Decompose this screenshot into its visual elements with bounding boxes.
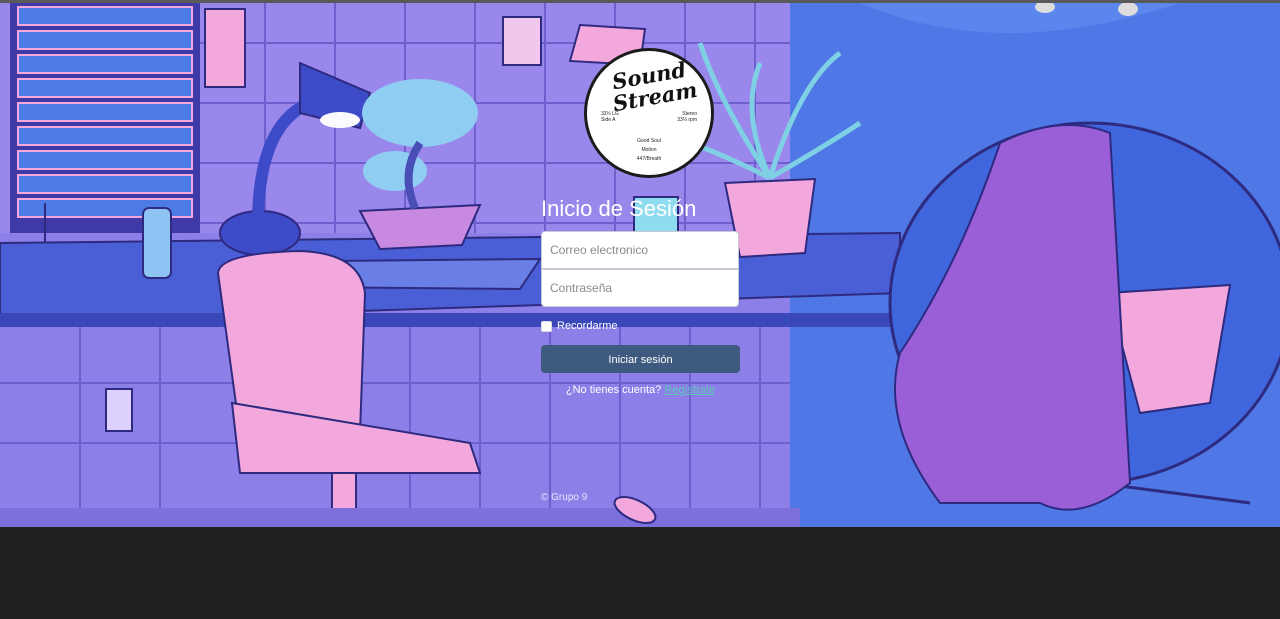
footer-copyright: © Grupo 9 [541, 492, 588, 503]
logo-side-label: 33⅓ LG Side A [601, 111, 619, 123]
email-field[interactable] [541, 231, 739, 269]
signup-link[interactable]: Regístrate [664, 384, 715, 396]
signup-prompt-line: ¿No tienes cuenta? Regístrate [541, 384, 740, 396]
remember-me[interactable]: Recordarme [541, 319, 618, 333]
login-button[interactable]: Iniciar sesión [541, 345, 740, 373]
sound-stream-logo: Sound Stream 33⅓ LG Side A Stereo 33⅓ rp… [584, 48, 714, 178]
password-field[interactable] [541, 269, 739, 307]
logo-rpm-label: Stereo 33⅓ rpm [677, 111, 697, 123]
login-title: Inicio de Sesión [541, 196, 697, 221]
page-bottom-background [0, 527, 1280, 619]
signup-prompt: ¿No tienes cuenta? [565, 384, 662, 396]
remember-me-checkbox[interactable] [541, 320, 552, 332]
logo-track-label: Good Soul Motion 447/Breath [636, 138, 662, 162]
remember-me-label: Recordarme [557, 320, 618, 332]
